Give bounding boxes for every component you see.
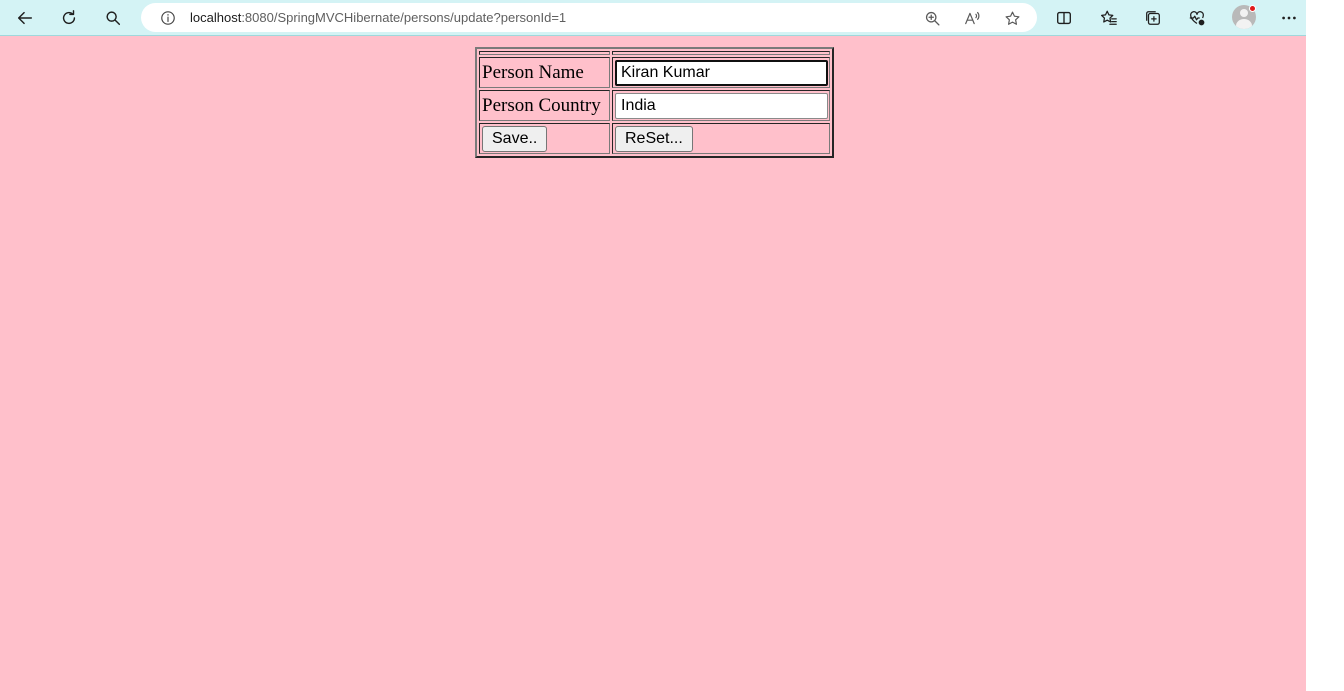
person-country-input[interactable] [615, 92, 828, 119]
zoom-icon[interactable] [922, 8, 942, 28]
person-name-row: Person Name [479, 57, 830, 88]
url-path: :8080/SpringMVCHibernate/persons/update?… [241, 10, 567, 25]
avatar-body [1236, 19, 1252, 29]
save-button[interactable]: Save.. [482, 125, 548, 152]
person-form-table: Person Name Person Country Save.. ReSet.… [475, 47, 834, 158]
address-bar[interactable]: localhost:8080/SpringMVCHibernate/person… [141, 3, 1037, 32]
window-gutter [1306, 0, 1344, 691]
person-country-label: Person Country [479, 90, 610, 121]
notification-dot [1249, 5, 1256, 12]
person-name-input[interactable] [615, 59, 828, 86]
reset-button[interactable]: ReSet... [615, 125, 693, 152]
search-icon[interactable] [99, 4, 127, 32]
read-aloud-icon[interactable] [962, 8, 982, 28]
url-text[interactable]: localhost:8080/SpringMVCHibernate/person… [190, 3, 566, 32]
person-name-label: Person Name [479, 57, 610, 88]
favorites-icon[interactable] [1095, 4, 1123, 32]
split-screen-icon[interactable] [1050, 4, 1078, 32]
buttons-row: Save.. ReSet... [479, 123, 830, 154]
save-cell: Save.. [479, 123, 610, 154]
url-host: localhost [190, 10, 242, 25]
person-country-cell [612, 90, 830, 121]
empty-cell [612, 51, 830, 55]
refresh-icon[interactable] [55, 4, 83, 32]
more-icon[interactable] [1275, 4, 1303, 32]
form-header-row [479, 51, 830, 55]
favorite-star-icon[interactable] [1002, 8, 1022, 28]
back-icon[interactable] [11, 4, 39, 32]
performance-icon[interactable] [1183, 4, 1211, 32]
empty-cell [479, 51, 610, 55]
person-country-row: Person Country [479, 90, 830, 121]
browser-window: localhost:8080/SpringMVCHibernate/person… [0, 0, 1306, 691]
reset-cell: ReSet... [612, 123, 830, 154]
info-icon[interactable] [159, 9, 176, 26]
collections-icon[interactable] [1139, 4, 1167, 32]
browser-toolbar: localhost:8080/SpringMVCHibernate/person… [0, 0, 1306, 36]
person-name-cell [612, 57, 830, 88]
avatar-head [1240, 9, 1248, 17]
